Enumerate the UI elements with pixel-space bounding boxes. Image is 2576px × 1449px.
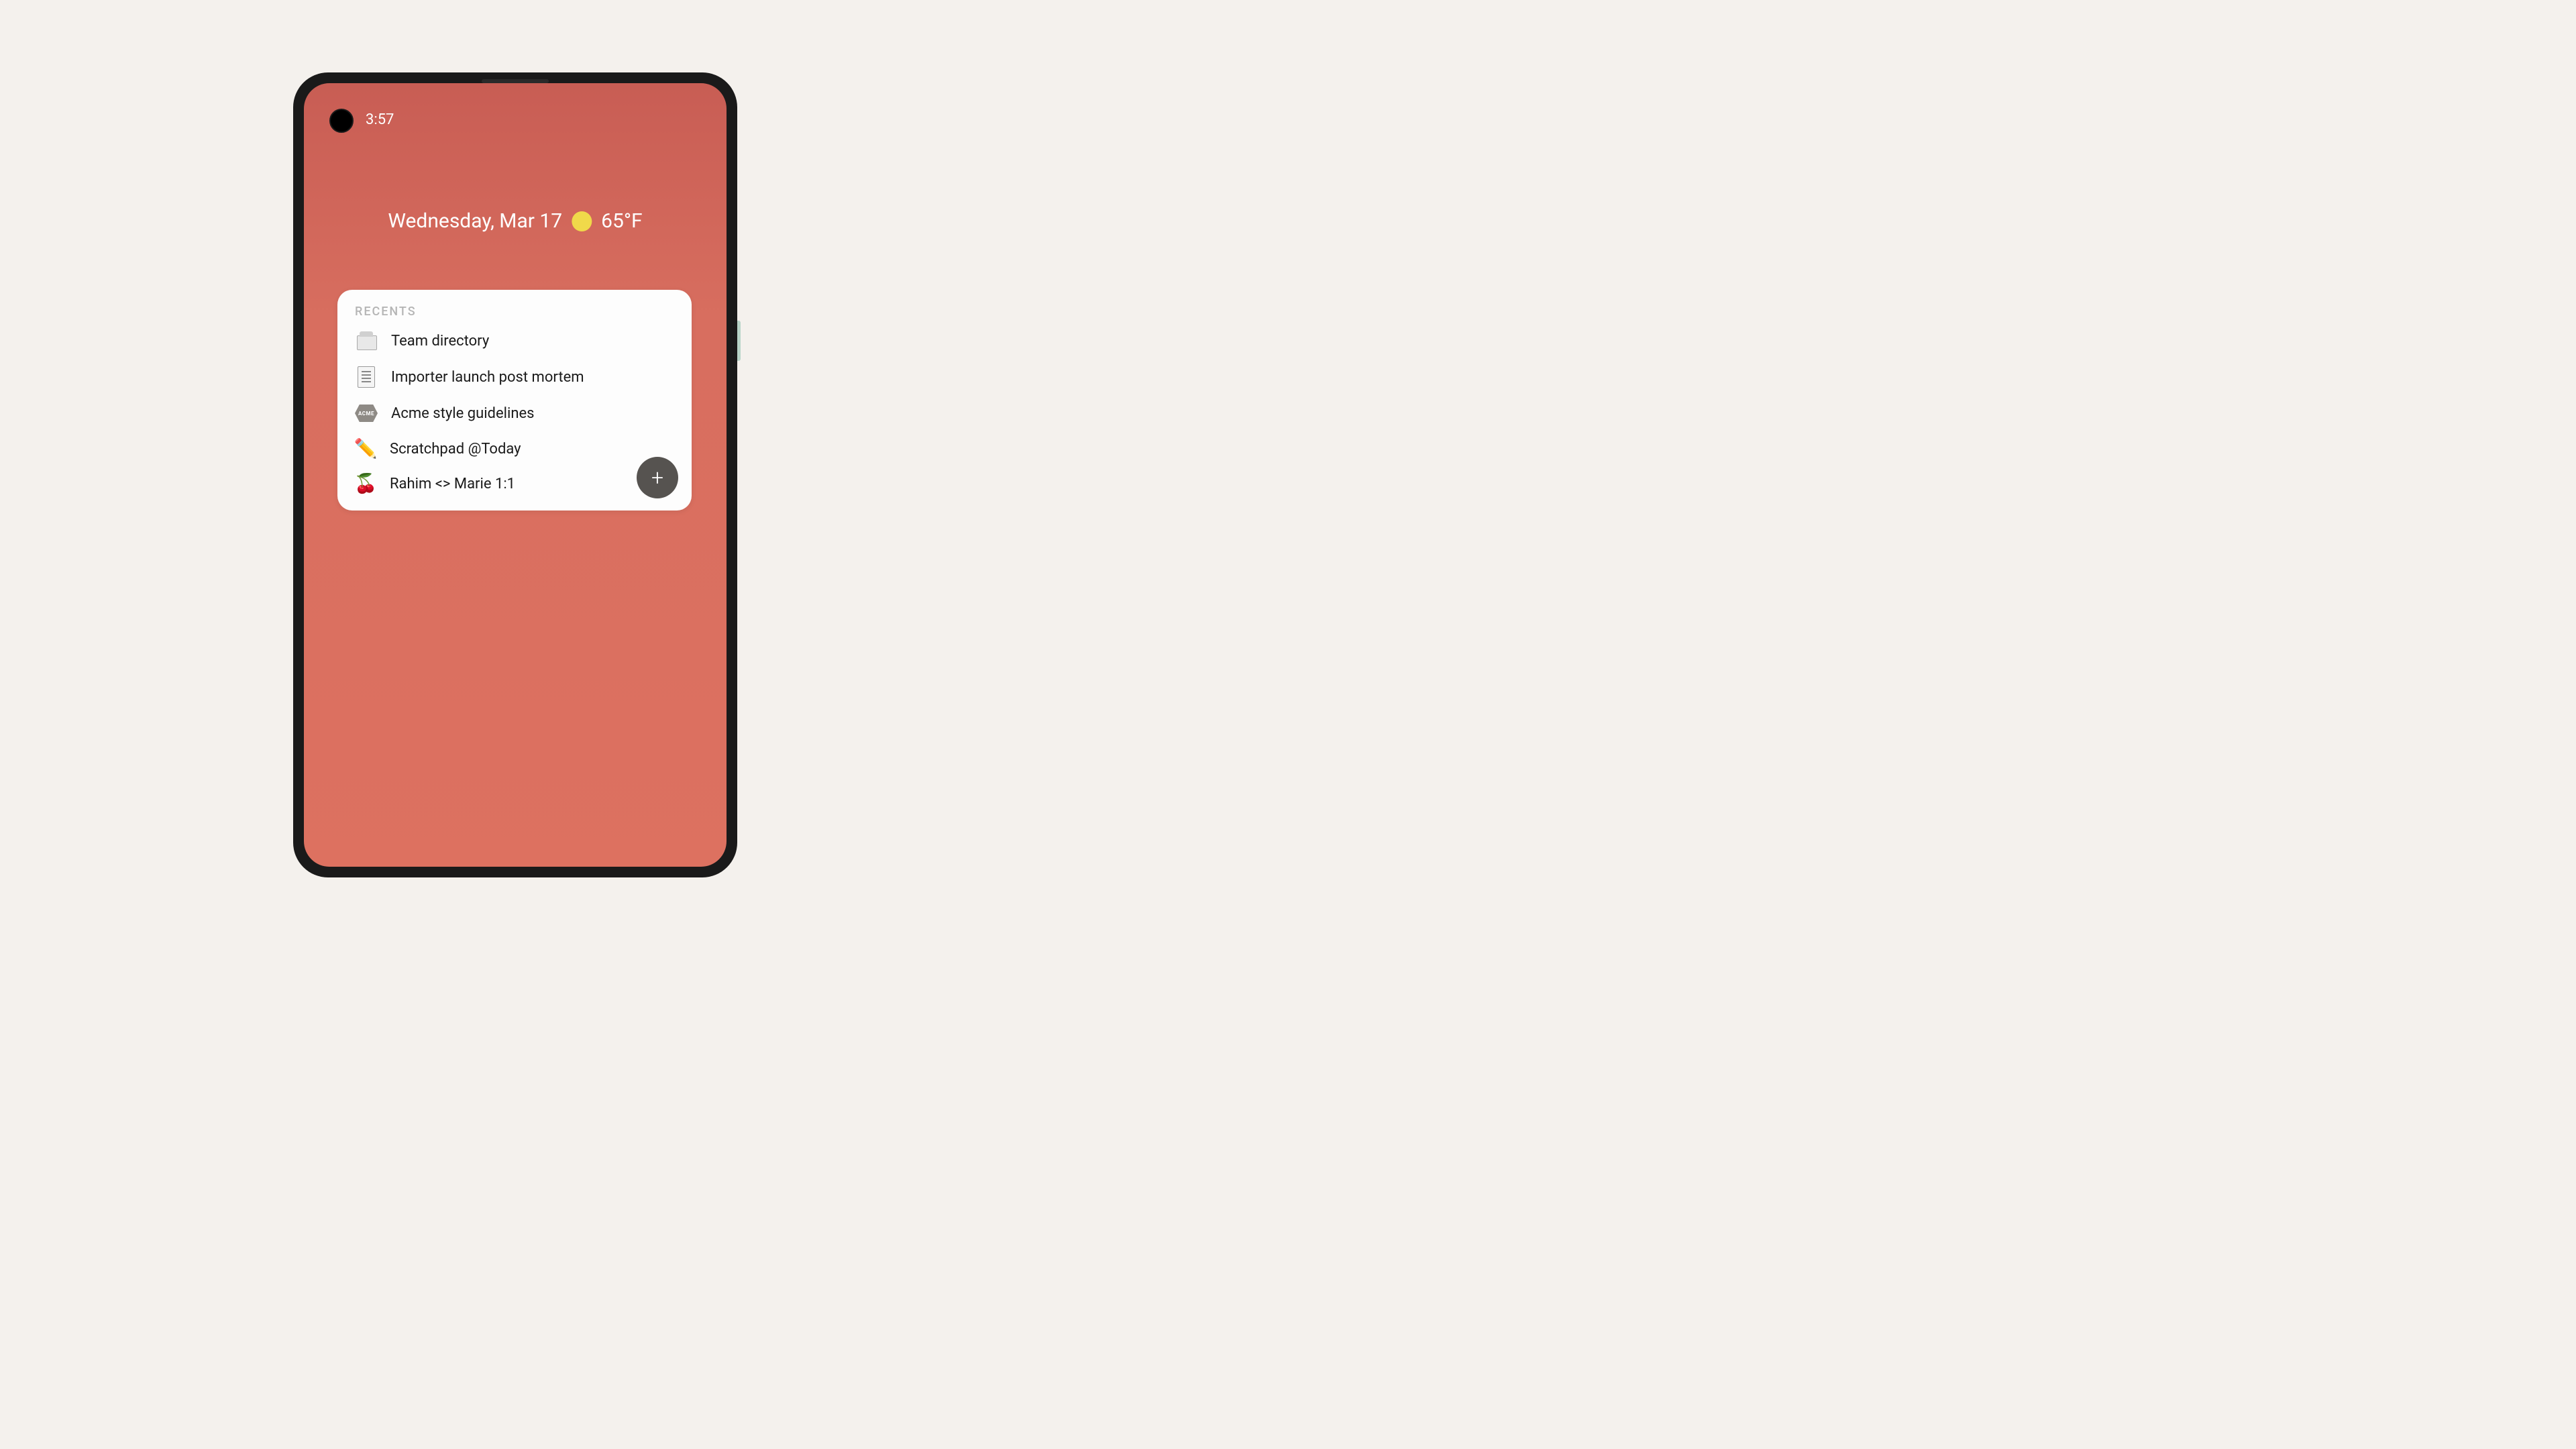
list-item-label: Rahim <> Marie 1:1 (390, 476, 515, 492)
card-index-icon (355, 329, 378, 352)
date-label: Wednesday, Mar 17 (388, 209, 562, 233)
document-icon (355, 366, 378, 388)
pencil-icon: ✏️ (355, 438, 376, 460)
list-item-acme[interactable]: ACME Acme style guidelines (355, 402, 674, 425)
sun-icon (572, 211, 592, 231)
temperature-label: 65°F (601, 209, 643, 233)
widget-list: Team directory Importer launch post mort… (355, 329, 674, 494)
cherries-icon: 🍒 (355, 473, 376, 494)
status-bar-time: 3:57 (366, 111, 394, 128)
acme-badge-icon: ACME (355, 402, 378, 425)
plus-icon: + (651, 467, 663, 488)
list-item-label: Team directory (391, 333, 489, 350)
list-item-team-directory[interactable]: Team directory (355, 329, 674, 352)
date-weather-widget[interactable]: Wednesday, Mar 17 65°F (388, 209, 642, 233)
recents-widget[interactable]: RECENTS Team directory Importer launch p… (337, 290, 692, 511)
camera-cutout (329, 109, 354, 133)
list-item-rahim-marie[interactable]: 🍒 Rahim <> Marie 1:1 (355, 473, 674, 494)
phone-frame: 3:57 Wednesday, Mar 17 65°F RECENTS Team… (293, 72, 737, 877)
add-button[interactable]: + (637, 457, 678, 498)
list-item-scratchpad[interactable]: ✏️ Scratchpad @Today (355, 438, 674, 460)
widget-header: RECENTS (355, 305, 674, 319)
list-item-label: Importer launch post mortem (391, 369, 584, 386)
phone-power-button[interactable] (737, 321, 741, 361)
list-item-label: Acme style guidelines (391, 405, 535, 422)
list-item-label: Scratchpad @Today (390, 441, 521, 458)
list-item-importer[interactable]: Importer launch post mortem (355, 366, 674, 388)
phone-screen[interactable]: 3:57 Wednesday, Mar 17 65°F RECENTS Team… (304, 83, 727, 867)
